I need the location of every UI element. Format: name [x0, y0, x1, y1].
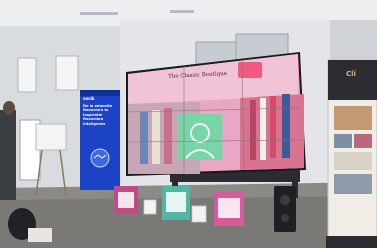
- gift-box-label: [218, 198, 240, 218]
- foreground-paper: [28, 228, 52, 242]
- left-banner-text: De la educatie financiara la inspiratie …: [83, 104, 113, 126]
- ceiling-light: [170, 10, 194, 13]
- right-banner-tile: [354, 134, 372, 148]
- ceiling-light: [80, 12, 118, 15]
- window: [55, 55, 79, 91]
- right-banner-base: [326, 236, 377, 248]
- event-photo: The Classic Boutique essik De la educati…: [0, 0, 377, 248]
- right-banner-tile: [334, 134, 352, 148]
- right-banner-brand: Cli: [346, 70, 356, 78]
- event-scene: [0, 0, 377, 248]
- right-banner-tile: [334, 174, 372, 194]
- right-banner-tile: [334, 152, 372, 170]
- screen-overlay-panel: [178, 114, 222, 160]
- right-banner-photo: [334, 106, 372, 130]
- banner-handshake-icon: [90, 148, 110, 168]
- garment: [140, 112, 148, 164]
- gift-box: [191, 205, 207, 223]
- left-banner-brand: essik: [83, 96, 95, 101]
- gift-box-label: [166, 192, 186, 212]
- window: [17, 57, 37, 93]
- easel-board: [35, 123, 67, 151]
- sale-badge: [238, 62, 262, 78]
- person-head: [3, 101, 15, 115]
- garment: [152, 110, 160, 164]
- gift-box-label: [118, 192, 134, 208]
- garment: [260, 98, 266, 160]
- gift-box: [143, 199, 157, 215]
- speaker-cone: [280, 195, 290, 205]
- garment: [282, 94, 290, 158]
- right-banner-header: [328, 60, 377, 100]
- person-silhouette: [0, 110, 16, 200]
- speaker: [274, 186, 296, 232]
- speaker-cone: [281, 214, 289, 222]
- garment: [164, 108, 172, 164]
- garment: [270, 96, 276, 158]
